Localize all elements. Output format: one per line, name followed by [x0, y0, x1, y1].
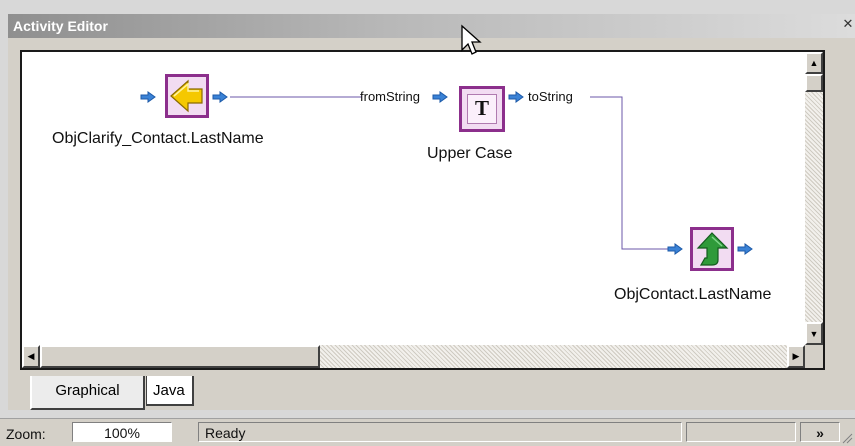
output-port-icon[interactable] — [212, 91, 228, 103]
output-port-icon[interactable] — [508, 91, 524, 103]
input-port-icon[interactable] — [667, 243, 683, 255]
scroll-right-button[interactable]: ▶ — [787, 345, 805, 368]
editor-tabs: Graphical Java — [30, 376, 330, 410]
more-chevron-icon[interactable]: » — [800, 422, 840, 442]
status-text: Ready — [198, 422, 682, 442]
status-empty-cell — [686, 422, 796, 442]
diagram-canvas[interactable]: ObjClarify_Contact.LastName fromString T… — [22, 52, 805, 345]
target-node-label: ObjContact.LastName — [614, 286, 772, 303]
input-port-label: fromString — [360, 89, 420, 104]
output-port-label: toString — [528, 89, 573, 104]
source-node-label: ObjClarify_Contact.LastName — [52, 130, 264, 147]
scroll-left-button[interactable]: ◀ — [22, 345, 40, 368]
yellow-arrow-icon — [170, 79, 203, 113]
vertical-scrollbar[interactable]: ▲ ▼ — [805, 52, 823, 345]
graphical-canvas-frame: ObjClarify_Contact.LastName fromString T… — [20, 50, 825, 370]
upper-case-node-label: Upper Case — [427, 145, 513, 162]
zoom-field[interactable]: 100% — [72, 422, 172, 442]
mouse-cursor-icon — [461, 24, 482, 55]
connector-upper-to-target — [590, 96, 670, 250]
tab-graphical[interactable]: Graphical — [30, 376, 145, 410]
input-port-icon[interactable] — [432, 91, 448, 103]
horizontal-scrollbar[interactable]: ◀ ▶ — [22, 345, 805, 368]
zoom-label: Zoom: — [6, 426, 46, 442]
text-T-icon: T — [467, 94, 497, 124]
resize-grip-icon[interactable] — [841, 432, 853, 444]
status-bar: Zoom: 100% Ready » — [0, 418, 855, 446]
close-icon[interactable]: ✕ — [841, 16, 855, 34]
green-up-arrow-icon — [696, 232, 729, 266]
target-node[interactable] — [690, 227, 734, 271]
scroll-down-button[interactable]: ▼ — [805, 322, 823, 345]
upper-case-node[interactable]: T — [459, 86, 505, 132]
window-titlebar: Activity Editor ✕ — [8, 14, 855, 38]
scroll-up-button[interactable]: ▲ — [805, 52, 823, 74]
input-port-icon[interactable] — [140, 91, 156, 103]
window-title: Activity Editor — [13, 18, 108, 34]
scrollbar-corner — [805, 345, 823, 368]
vertical-scroll-thumb[interactable] — [805, 74, 823, 92]
horizontal-scroll-thumb[interactable] — [40, 345, 320, 368]
output-port-icon[interactable] — [737, 243, 753, 255]
source-node[interactable] — [165, 74, 209, 118]
tab-java[interactable]: Java — [146, 376, 194, 406]
